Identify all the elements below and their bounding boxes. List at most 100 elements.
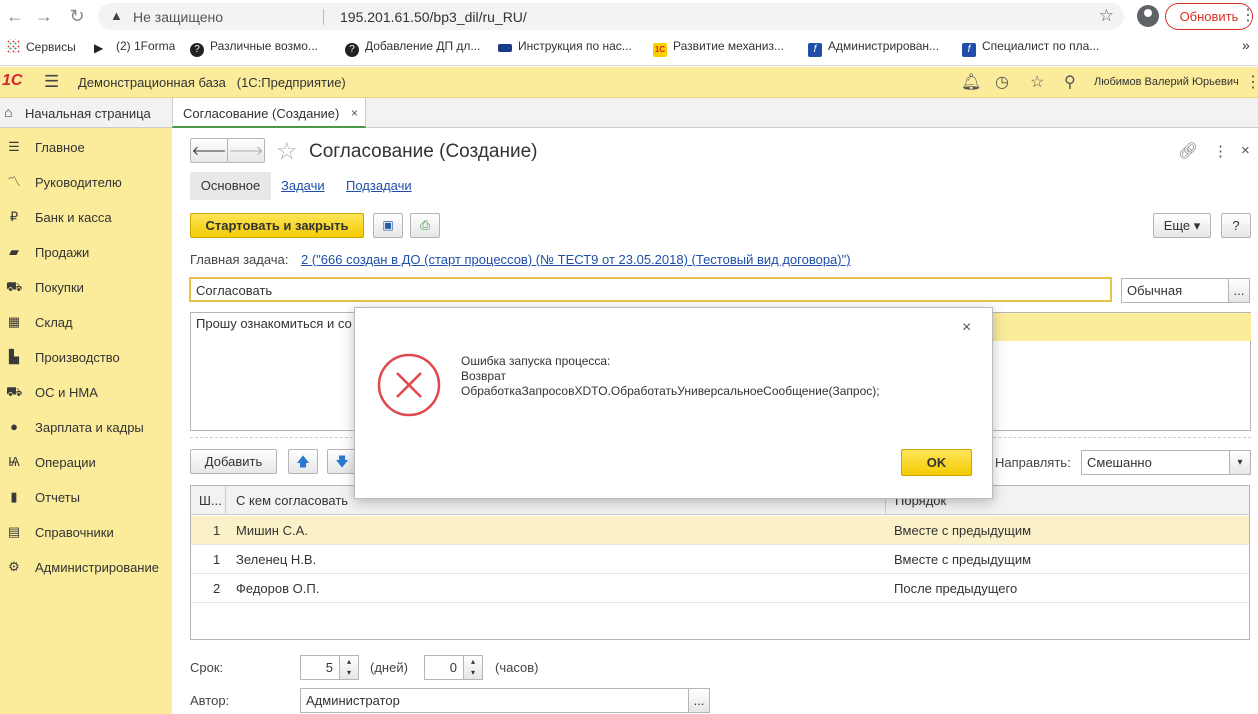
url-text[interactable]: 195.201.61.50/bp3_dil/ru_RU/ <box>340 9 527 25</box>
sidebar-item-reports[interactable]: ▮ Отчеты <box>0 483 172 513</box>
forward-arrow-icon[interactable]: → <box>33 5 55 27</box>
subtab-tasks[interactable]: Задачи <box>281 178 325 193</box>
error-icon <box>377 353 441 417</box>
search-icon[interactable]: ⚲ <box>1064 72 1076 92</box>
kebab-menu-icon[interactable]: ⋮ <box>1245 72 1258 92</box>
profile-avatar-icon[interactable] <box>1137 5 1159 27</box>
browser-chrome: ← → ↻ ▲ Не защищено 195.201.61.50/bp3_di… <box>0 0 1258 66</box>
move-down-icon[interactable]: 🡇 <box>327 449 357 474</box>
hours-label: (часов) <box>495 660 539 675</box>
home-icon: ⌂ <box>4 104 13 120</box>
sidebar-item-purchases[interactable]: ⛟ Покупки <box>0 273 172 303</box>
bookmarks-bar: Сервисы ▶ (2) 1Forma ? Различные возмо... … <box>0 35 1258 61</box>
table-row[interactable]: 1 Мишин С.А. Вместе с предыдущим <box>191 516 1249 545</box>
bookmark-item[interactable]: ? Различные возмо... <box>190 39 318 57</box>
bell-icon[interactable]: 🔔︎ <box>961 72 981 92</box>
sidebar: ☰ Главное 〽 Руководителю ₽ Банк и касса ▰ Пр… <box>0 128 172 714</box>
back-arrow-icon[interactable]: ← <box>4 5 26 27</box>
cart-icon: ⛟ <box>6 279 23 294</box>
sidebar-item-admin[interactable]: ⚙ Администрирование <box>0 553 172 583</box>
reload-icon[interactable]: ↻ <box>66 5 88 27</box>
importance-field[interactable]: Обычная <box>1121 278 1229 303</box>
forward-button[interactable]: 🡒 <box>227 138 265 163</box>
help-circle-icon: ? <box>190 43 204 57</box>
link-icon[interactable]: 🔗︎ <box>1178 141 1198 161</box>
favorites-star-icon[interactable]: ☆ <box>1030 72 1044 92</box>
bag-icon: ▰ <box>9 244 19 259</box>
author-field[interactable]: Администратор <box>300 688 689 713</box>
subtab-subtasks[interactable]: Подзадачи <box>346 178 412 193</box>
hamburger-menu-icon[interactable]: ☰ <box>44 72 59 92</box>
book-icon: ▤ <box>7 524 21 539</box>
sidebar-item-catalogs[interactable]: ▤ Справочники <box>0 518 172 548</box>
column-header-step[interactable]: Ш... <box>199 493 222 508</box>
tab-document[interactable]: Согласование (Создание) × <box>172 98 366 128</box>
print-icon[interactable]: ⎙ <box>410 213 440 238</box>
bookmark-item[interactable]: ? Добавление ДП дл... <box>345 39 480 57</box>
back-button[interactable]: 🡐 <box>190 138 228 163</box>
close-form-icon[interactable]: × <box>1241 142 1250 159</box>
more-button[interactable]: Еще ▾ <box>1153 213 1211 238</box>
tab-home[interactable]: ⌂ Начальная страница <box>0 98 170 128</box>
column-header-who[interactable]: С кем согласовать <box>236 493 348 508</box>
help-button[interactable]: ? <box>1221 213 1251 238</box>
sidebar-item-operations[interactable]: Ѩ Операции <box>0 448 172 478</box>
hours-field[interactable]: 0 <box>424 655 464 680</box>
hours-stepper[interactable]: ▴ ▾ <box>463 655 483 680</box>
insecure-label: Не защищено <box>133 9 223 25</box>
days-field[interactable]: 5 <box>300 655 340 680</box>
user-name[interactable]: Любимов Валерий Юрьевич <box>1094 76 1239 88</box>
sidebar-item-warehouse[interactable]: ▦ Склад <box>0 308 172 338</box>
move-up-icon[interactable]: 🡅 <box>288 449 318 474</box>
sidebar-item-bank[interactable]: ₽ Банк и касса <box>0 203 172 233</box>
sidebar-item-payroll[interactable]: ● Зарплата и кадры <box>0 413 172 443</box>
kebab-menu-icon[interactable]: ⋮ <box>1213 142 1228 160</box>
bookmark-item[interactable]: f Администрирован... <box>808 39 939 57</box>
dialog-close-icon[interactable]: × <box>962 319 971 337</box>
days-stepper[interactable]: ▴ ▾ <box>339 655 359 680</box>
bookmark-item[interactable]: Сервисы <box>6 39 76 54</box>
author-label: Автор: <box>190 693 230 708</box>
factory-icon: ▙ <box>9 349 19 364</box>
operations-icon: Ѩ <box>8 454 20 469</box>
route-field[interactable]: Смешанно <box>1081 450 1231 475</box>
subject-field[interactable]: Согласовать <box>189 277 1112 302</box>
address-bar[interactable]: ▲ Не защищено 195.201.61.50/bp3_dil/ru_R… <box>98 3 1124 30</box>
sidebar-item-manager[interactable]: 〽 Руководителю <box>0 168 172 198</box>
ruble-icon: ₽ <box>9 209 19 224</box>
route-label: Направлять: <box>995 455 1071 470</box>
open-tabs: ⌂ Начальная страница Согласование (Созда… <box>0 98 1258 128</box>
bookmark-item[interactable]: ▶ (2) 1Forma <box>94 39 175 55</box>
ok-button[interactable]: OK <box>901 449 972 476</box>
favorite-star-icon[interactable]: ☆ <box>276 137 298 166</box>
approvers-table: Ш... С кем согласовать Порядок 1 Мишин С… <box>190 485 1250 640</box>
description-highlight <box>993 313 1251 341</box>
author-select-button[interactable]: ... <box>688 688 710 713</box>
subtab-main[interactable]: Основное <box>190 172 271 200</box>
warehouse-icon: ▦ <box>7 314 21 329</box>
bookmark-item[interactable]: f Специалист по пла... <box>962 39 1099 57</box>
table-row[interactable]: 2 Федоров О.П. После предыдущего <box>191 574 1249 603</box>
sidebar-item-main[interactable]: ☰ Главное <box>0 133 172 163</box>
column-divider <box>225 486 226 515</box>
table-row[interactable]: 1 Зеленец Н.В. Вместе с предыдущим <box>191 545 1249 574</box>
bookmark-star-icon[interactable]: ☆ <box>1099 6 1114 26</box>
person-icon: ● <box>10 419 18 434</box>
history-icon[interactable]: ◷ <box>995 72 1009 92</box>
add-button[interactable]: Добавить <box>190 449 277 474</box>
sidebar-item-assets[interactable]: ⛟ ОС и НМА <box>0 378 172 408</box>
page-title: Согласование (Создание) <box>309 141 538 162</box>
close-tab-icon[interactable]: × <box>351 106 358 120</box>
more-bookmarks[interactable]: » <box>1242 37 1250 53</box>
bookmark-item[interactable]: Инструкция по нас... <box>498 39 632 53</box>
start-and-close-button[interactable]: Стартовать и закрыть <box>190 213 364 238</box>
sidebar-item-production[interactable]: ▙ Производство <box>0 343 172 373</box>
base-title: Демонстрационная база (1С:Предприятие) <box>78 75 346 90</box>
main-task-link[interactable]: 2 ("666 создан в ДО (старт процессов) (№… <box>301 252 851 267</box>
route-dropdown-icon[interactable]: ▾ <box>1229 450 1251 475</box>
kebab-menu-icon[interactable]: ⋮ <box>1240 5 1256 25</box>
sidebar-item-sales[interactable]: ▰ Продажи <box>0 238 172 268</box>
bookmark-item[interactable]: 1С Развитие механиз... <box>653 39 784 57</box>
save-icon[interactable]: ▣ <box>373 213 403 238</box>
importance-select-button[interactable]: ... <box>1228 278 1250 303</box>
